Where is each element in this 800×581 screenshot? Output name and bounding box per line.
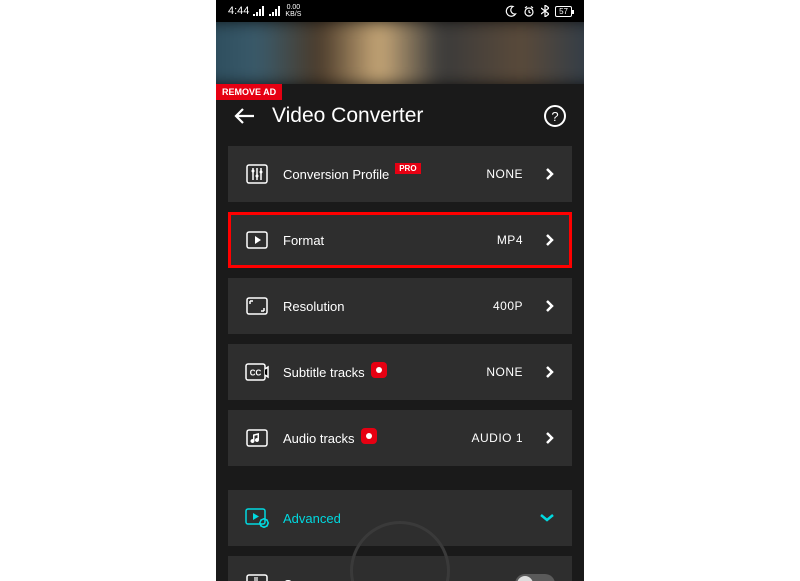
page-title: Video Converter <box>272 104 528 128</box>
alarm-icon <box>523 5 535 17</box>
row-audio-tracks[interactable]: Audio tracks AUDIO 1 <box>228 410 572 466</box>
advanced-gear-icon <box>245 507 269 529</box>
play-file-icon <box>245 229 269 251</box>
chevron-right-icon <box>545 299 555 313</box>
chevron-right-icon <box>545 431 555 445</box>
phone-frame: 4:44 0.00 KB/S 57 REMOVE AD Video <box>216 0 584 581</box>
row-label: Subtitle tracks <box>283 365 365 380</box>
row-label: Conversion Profile <box>283 167 389 182</box>
remove-ad-button[interactable]: REMOVE AD <box>216 84 282 100</box>
ad-banner <box>216 22 584 84</box>
row-label: Advanced <box>283 511 341 526</box>
moon-icon <box>505 5 517 17</box>
compress-icon <box>245 573 269 581</box>
row-label: Compress <box>283 577 342 581</box>
row-value: NONE <box>486 365 523 379</box>
sliders-icon <box>245 163 269 185</box>
row-resolution[interactable]: Resolution 400P <box>228 278 572 334</box>
row-value: AUDIO 1 <box>471 431 523 445</box>
arrow-left-icon <box>234 107 256 125</box>
row-value: MP4 <box>497 233 523 247</box>
row-conversion-profile[interactable]: Conversion Profile PRO NONE <box>228 146 572 202</box>
pro-badge: PRO <box>395 163 420 174</box>
row-label: Format <box>283 233 324 248</box>
notification-dot <box>361 428 377 444</box>
music-note-icon <box>245 427 269 449</box>
notification-dot <box>371 362 387 378</box>
signal-icon <box>269 6 281 16</box>
status-time: 4:44 <box>228 5 249 17</box>
question-icon: ? <box>551 109 558 124</box>
row-label: Resolution <box>283 299 344 314</box>
compress-toggle[interactable] <box>515 574 555 581</box>
chevron-right-icon <box>545 233 555 247</box>
status-speed: 0.00 KB/S <box>285 4 301 18</box>
chevron-right-icon <box>545 167 555 181</box>
signal-icon <box>253 6 265 16</box>
svg-text:CC: CC <box>250 369 262 378</box>
row-value: NONE <box>486 167 523 181</box>
row-label: Audio tracks <box>283 431 355 446</box>
cc-icon: CC <box>245 361 269 383</box>
back-button[interactable] <box>234 107 256 125</box>
resolution-icon <box>245 295 269 317</box>
battery-icon: 57 <box>555 6 572 17</box>
row-subtitle-tracks[interactable]: CC Subtitle tracks NONE <box>228 344 572 400</box>
help-button[interactable]: ? <box>544 105 566 127</box>
row-format[interactable]: Format MP4 <box>228 212 572 268</box>
row-value: 400P <box>493 299 523 313</box>
bluetooth-icon <box>541 5 549 17</box>
chevron-down-icon <box>539 513 555 523</box>
chevron-right-icon <box>545 365 555 379</box>
status-bar: 4:44 0.00 KB/S 57 <box>216 0 584 22</box>
